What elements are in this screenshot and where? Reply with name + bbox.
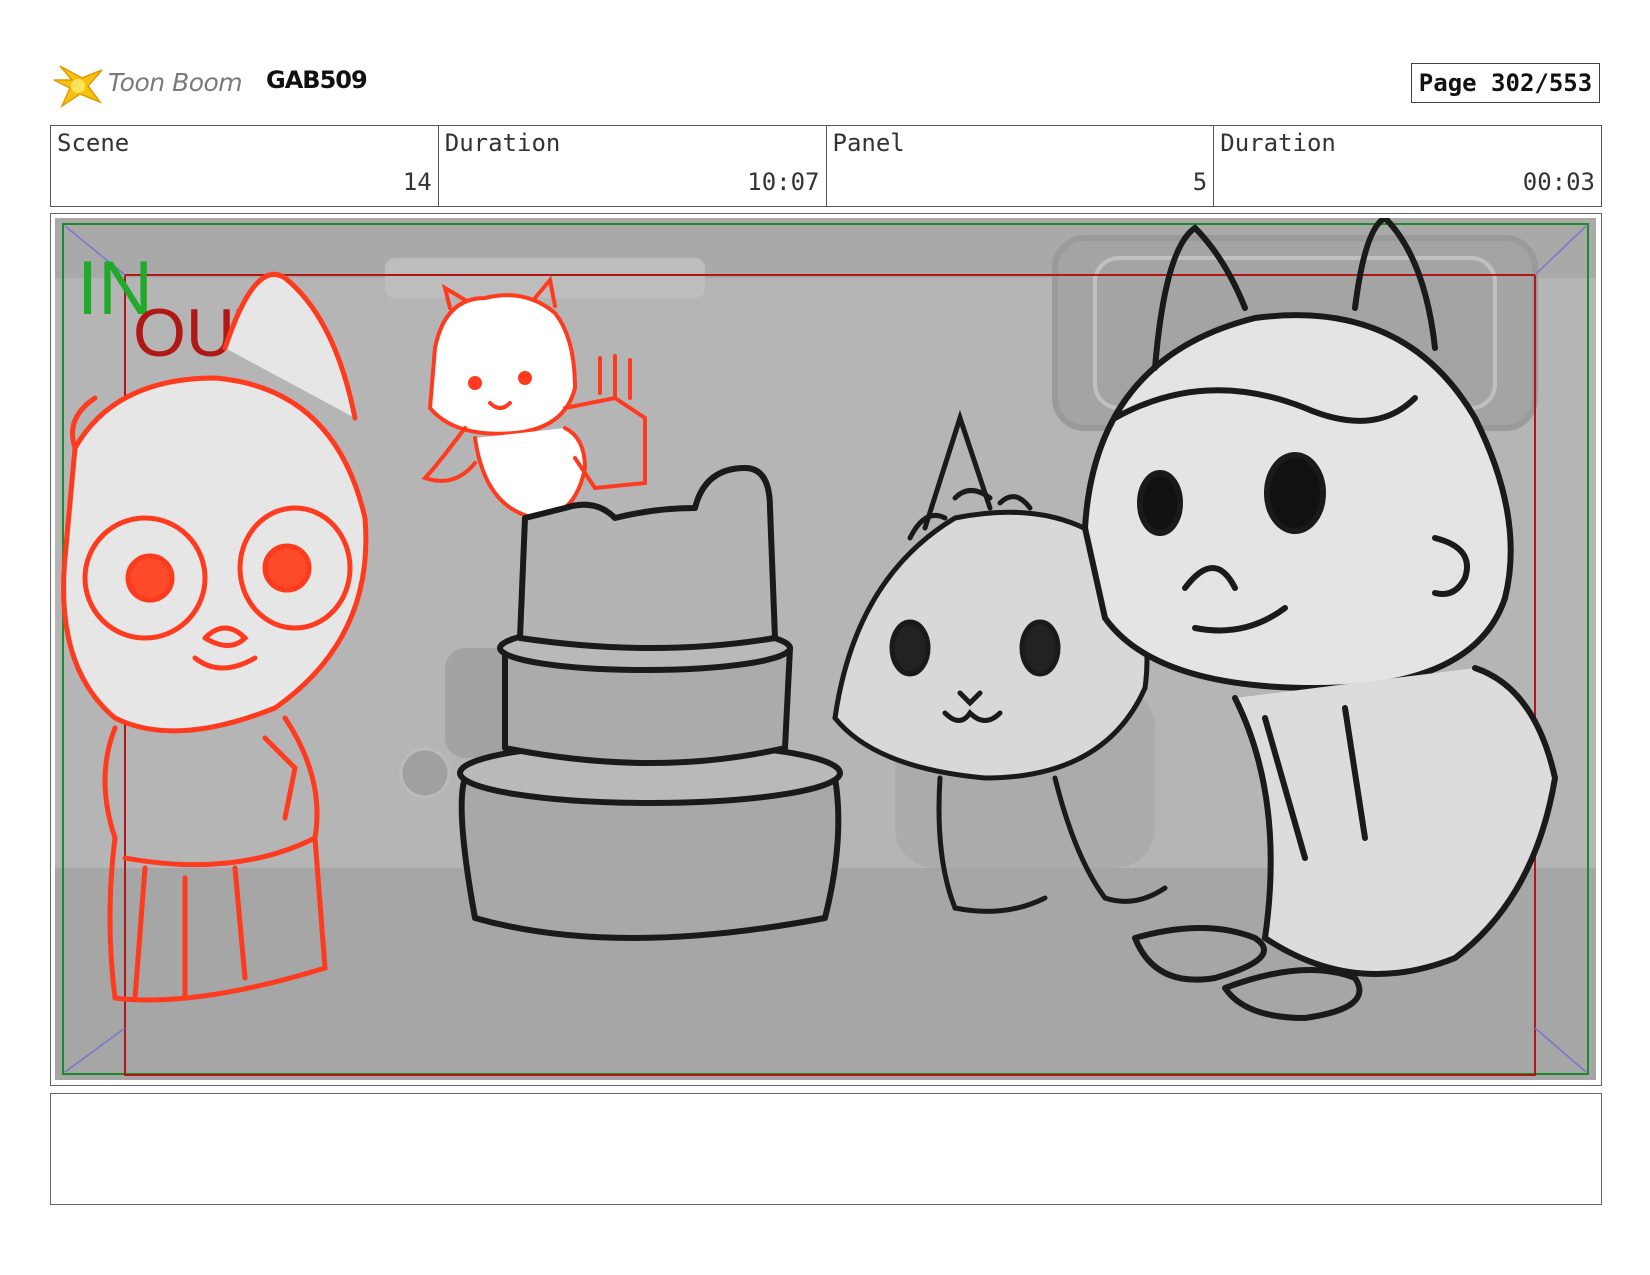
panel-duration-label: Duration — [1220, 129, 1336, 157]
starburst-icon — [53, 65, 103, 109]
panel-duration-cell: Duration 00:03 — [1214, 126, 1601, 206]
logo-text: Toon Boom — [108, 68, 243, 97]
scene-duration-label: Duration — [444, 129, 561, 157]
scene-cell: Scene 14 — [51, 126, 439, 206]
project-code: GAB509 — [266, 66, 368, 94]
scene-duration-cell: Duration 10:07 — [439, 126, 827, 206]
panel-cell: Panel 5 — [827, 126, 1215, 206]
scene-label: Scene — [57, 129, 130, 157]
panel-duration-value: 00:03 — [1522, 168, 1595, 196]
storyboard-panel: IN OUT — [50, 213, 1602, 1086]
scene-info-table: Scene 14 Duration 10:07 Panel 5 Duration… — [50, 125, 1602, 207]
page-indicator: Page 302/553 — [1411, 63, 1600, 103]
scene-duration-value: 10:07 — [747, 168, 820, 196]
panel-value: 5 — [1192, 168, 1208, 196]
toon-boom-logo: Toon Boom — [52, 56, 252, 112]
panel-label: Panel — [832, 129, 905, 157]
action-notes-box — [50, 1093, 1602, 1205]
panel-drawing: IN OUT — [55, 218, 1596, 1080]
scene-value: 14 — [402, 168, 432, 196]
